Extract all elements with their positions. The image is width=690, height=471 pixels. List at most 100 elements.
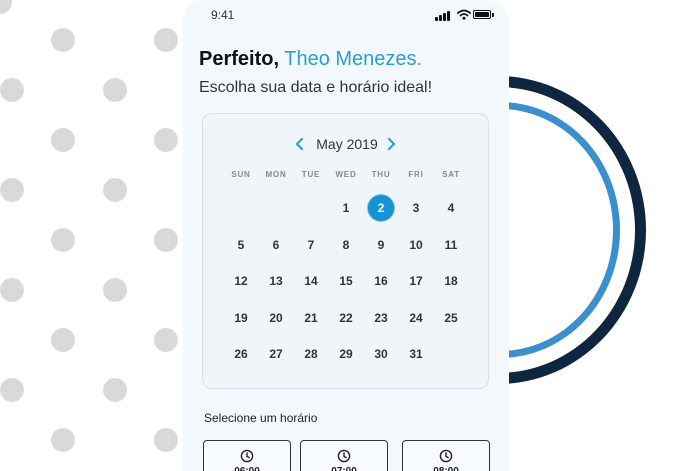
calendar-day-number: 7 [307, 237, 315, 252]
chevron-left-icon[interactable] [292, 135, 308, 153]
calendar-day-number: 21 [304, 310, 318, 325]
background-dot [154, 128, 178, 152]
calendar-day-selected[interactable]: 2 [363, 194, 399, 222]
calendar-day-number: 22 [339, 310, 353, 325]
calendar-day[interactable]: 10 [398, 231, 434, 259]
calendar-day[interactable]: 6 [258, 231, 294, 259]
calendar-day-number: 24 [409, 310, 423, 325]
time-slot-button[interactable]: 07:00 [300, 440, 388, 471]
calendar-day-number: 6 [272, 237, 280, 252]
time-slot-label: 08:00 [403, 466, 489, 471]
calendar-day-number: 23 [374, 310, 388, 325]
greeting-heading: Perfeito, Theo Menezes. [199, 48, 422, 71]
weekday-label: TUE [301, 170, 321, 179]
calendar-day[interactable]: 27 [258, 340, 294, 368]
calendar-day[interactable]: 9 [363, 231, 399, 259]
status-icons [435, 9, 495, 21]
calendar-day[interactable]: 14 [293, 267, 329, 295]
calendar-day-number: 27 [269, 347, 283, 361]
calendar-day[interactable]: 29 [328, 340, 364, 368]
calendar-day[interactable]: 24 [398, 304, 434, 332]
calendar-day-number: 14 [304, 274, 318, 288]
calendar-day[interactable]: 26 [223, 340, 259, 368]
calendar-day[interactable]: 16 [363, 267, 399, 295]
calendar-day-number: 28 [304, 347, 318, 361]
time-section-label: Selecione um horário [204, 411, 318, 425]
calendar-day[interactable]: 25 [433, 304, 469, 332]
calendar-day[interactable]: 8 [328, 231, 364, 259]
calendar-day[interactable]: 22 [328, 304, 364, 332]
background-dot [51, 28, 75, 52]
calendar-day-number: 4 [447, 201, 455, 215]
time-slot-button[interactable]: 06:00 [203, 440, 291, 471]
calendar: May 2019 SUN MON TUE WED THU FRI SAT 123456789… [202, 113, 489, 389]
calendar-day-number: 9 [377, 237, 385, 252]
calendar-day[interactable]: 13 [258, 267, 294, 295]
background-dot [154, 428, 178, 452]
calendar-day[interactable]: 21 [293, 304, 329, 332]
background-dot [51, 428, 75, 452]
background-dot [0, 278, 24, 302]
calendar-day-number: 29 [339, 347, 353, 361]
weekday-label: THU [371, 170, 391, 179]
calendar-day[interactable]: 17 [398, 267, 434, 295]
calendar-day-number: 31 [409, 347, 423, 361]
clock-icon [337, 449, 351, 463]
calendar-day-number: 30 [374, 347, 388, 361]
calendar-day[interactable]: 3 [398, 194, 434, 222]
background-dot [103, 278, 127, 302]
greeting-prefix: Perfeito, [199, 48, 280, 70]
weekday-label: MON [265, 170, 287, 179]
calendar-day[interactable]: 15 [328, 267, 364, 295]
calendar-header: May 2019 [203, 134, 488, 154]
calendar-day-number: 1 [342, 201, 350, 215]
chevron-right-icon[interactable] [383, 135, 399, 153]
calendar-day-number: 18 [444, 274, 458, 288]
status-bar: 9:41 [183, 6, 509, 24]
calendar-day[interactable]: 18 [433, 267, 469, 295]
calendar-day[interactable]: 5 [223, 231, 259, 259]
calendar-day[interactable]: 31 [398, 340, 434, 368]
calendar-day[interactable]: 12 [223, 267, 259, 295]
calendar-day-number: 17 [409, 274, 423, 288]
background-dot [103, 178, 127, 202]
calendar-day[interactable]: 7 [293, 231, 329, 259]
background-dot [0, 378, 24, 402]
calendar-day-number: 3 [412, 201, 420, 215]
weekday-label: WED [335, 170, 357, 179]
background-dot [51, 328, 75, 352]
time-slot-button[interactable]: 08:00 [402, 440, 490, 471]
weekday-header-row: SUN MON TUE WED THU FRI SAT [223, 170, 475, 182]
background-dot [103, 78, 127, 102]
background-dot [154, 228, 178, 252]
calendar-day[interactable]: 23 [363, 304, 399, 332]
battery-icon [473, 10, 491, 19]
calendar-day-number: 12 [234, 274, 248, 288]
calendar-day[interactable]: 4 [433, 194, 469, 222]
calendar-day-number: 8 [342, 237, 350, 252]
calendar-day[interactable]: 28 [293, 340, 329, 368]
background-dot [154, 328, 178, 352]
calendar-day-number: 11 [444, 237, 458, 252]
calendar-day[interactable]: 1 [328, 194, 364, 222]
calendar-month-label: May 2019 [316, 136, 378, 152]
background-dot [0, 0, 12, 14]
clock-icon [439, 449, 453, 463]
weekday-label: SAT [442, 170, 460, 179]
background-dot [0, 78, 24, 102]
background-dot [154, 28, 178, 52]
calendar-day-number: 20 [269, 310, 283, 325]
calendar-day[interactable]: 11 [433, 231, 469, 259]
calendar-day[interactable]: 20 [258, 304, 294, 332]
calendar-day[interactable]: 30 [363, 340, 399, 368]
user-name: Theo Menezes. [284, 48, 423, 70]
calendar-day-number: 10 [409, 237, 423, 252]
page-subtitle: Escolha sua data e horário ideal! [199, 79, 433, 96]
calendar-day-number: 2 [377, 201, 385, 215]
phone-screen: 9:41 Perfeito, Theo Menezes. Escolha sua… [183, 0, 509, 471]
calendar-day-number: 15 [339, 274, 353, 288]
calendar-day[interactable]: 19 [223, 304, 259, 332]
time-slot-label: 07:00 [301, 466, 387, 471]
calendar-day-number: 26 [234, 347, 248, 361]
weekday-label: FRI [408, 170, 424, 179]
